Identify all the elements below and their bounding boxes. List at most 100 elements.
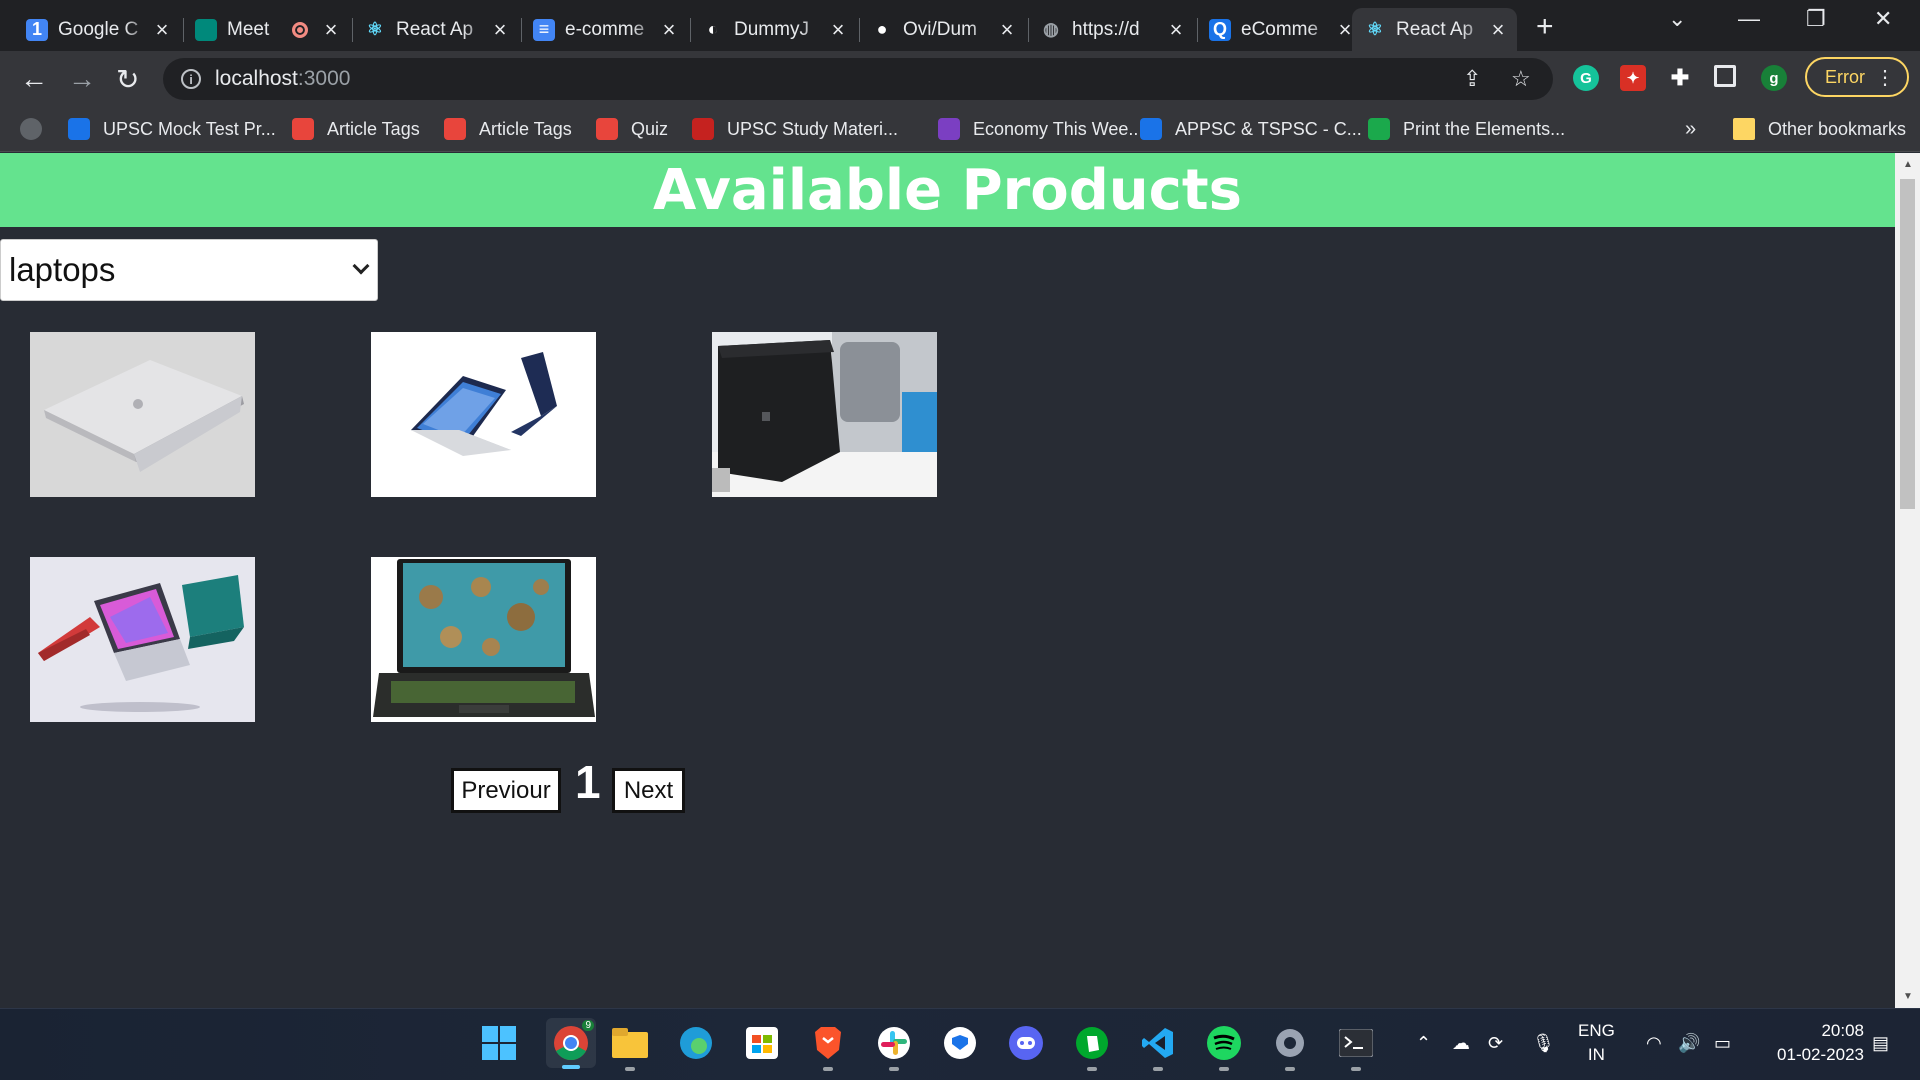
tab-title: e-comme bbox=[565, 18, 645, 40]
bookmark-label: Article Tags bbox=[327, 118, 420, 139]
bookmarks-bar: UPSC Mock Test Pr... Article Tags Article … bbox=[0, 106, 1920, 152]
bookmark-item[interactable]: Article Tags bbox=[292, 115, 420, 143]
chevron-down-icon bbox=[352, 257, 370, 275]
previous-page-button[interactable]: Previour bbox=[451, 768, 561, 813]
close-tab-icon[interactable]: × bbox=[998, 17, 1016, 43]
category-select[interactable]: laptops bbox=[0, 239, 378, 301]
scrollbar-thumb[interactable] bbox=[1900, 179, 1915, 509]
bookmark-item[interactable] bbox=[20, 115, 55, 143]
extensions-puzzle-icon[interactable]: ✚ bbox=[1667, 65, 1693, 91]
brave-icon[interactable] bbox=[808, 1023, 848, 1071]
microphone-icon[interactable]: 🎙 bbox=[1532, 1031, 1555, 1055]
running-indicator bbox=[625, 1067, 635, 1071]
bookmark-item[interactable]: Print the Elements... bbox=[1368, 115, 1565, 143]
extension-icon[interactable]: ✦ bbox=[1620, 65, 1646, 91]
other-bookmarks-folder[interactable]: Other bookmarks bbox=[1733, 115, 1906, 143]
scroll-down-arrow-icon[interactable]: ▼ bbox=[1903, 991, 1913, 1002]
other-bookmarks-label: Other bookmarks bbox=[1768, 118, 1907, 139]
browser-tab[interactable]: 1 Google C × bbox=[14, 8, 181, 51]
scroll-up-arrow-icon[interactable]: ▲ bbox=[1903, 159, 1913, 170]
spotify-icon[interactable] bbox=[1204, 1023, 1244, 1071]
site-info-icon[interactable]: i bbox=[181, 69, 201, 89]
tab-separator bbox=[183, 18, 184, 42]
google-docs-icon: ≡ bbox=[533, 18, 555, 41]
product-card[interactable] bbox=[30, 332, 255, 497]
show-hidden-icons-chevron-icon[interactable]: ⌃ bbox=[1416, 1031, 1431, 1055]
settings-gear-icon[interactable] bbox=[1270, 1023, 1310, 1071]
tab-title: React Ap bbox=[396, 18, 474, 40]
mail-shield-icon[interactable] bbox=[940, 1023, 980, 1063]
browser-tab[interactable]: Meet × bbox=[183, 8, 350, 51]
product-card[interactable] bbox=[371, 332, 596, 497]
browser-tab[interactable]: ≡ e-comme × bbox=[521, 8, 688, 51]
current-page-number: 1 bbox=[575, 756, 601, 808]
bookmark-item[interactable]: Quiz bbox=[596, 115, 668, 143]
bookmark-star-icon[interactable]: ☆ bbox=[1511, 66, 1531, 92]
close-tab-icon[interactable]: × bbox=[660, 17, 678, 43]
slack-icon[interactable] bbox=[874, 1023, 914, 1071]
bookmark-item[interactable]: UPSC Mock Test Pr... bbox=[68, 115, 276, 143]
evernote-icon[interactable] bbox=[1072, 1023, 1112, 1071]
bookmark-item[interactable]: APPSC & TSPSC - C... bbox=[1140, 115, 1362, 143]
update-error-button[interactable]: Error ⋮ bbox=[1805, 57, 1909, 97]
black-laptop-office-image bbox=[712, 332, 937, 497]
vertical-scrollbar[interactable]: ▲ ▼ bbox=[1895, 153, 1920, 1008]
minimize-button[interactable]: — bbox=[1738, 6, 1760, 32]
battery-icon[interactable]: ▭ bbox=[1714, 1031, 1731, 1055]
grammarly-extension-icon[interactable]: G bbox=[1573, 65, 1599, 91]
bookmark-item[interactable]: UPSC Study Materi... bbox=[692, 115, 898, 143]
bookmark-label: UPSC Study Materi... bbox=[727, 118, 899, 139]
back-button[interactable]: ← bbox=[20, 63, 48, 95]
bookmark-item[interactable]: Economy This Wee... bbox=[938, 115, 1143, 143]
close-tab-icon[interactable]: × bbox=[153, 17, 171, 43]
new-tab-button[interactable]: + bbox=[1536, 10, 1554, 44]
reload-button[interactable]: ↻ bbox=[116, 63, 139, 96]
profile-avatar[interactable]: g bbox=[1761, 65, 1787, 91]
tab-title: React Ap bbox=[1396, 18, 1474, 40]
restore-button[interactable]: ❐ bbox=[1806, 6, 1826, 32]
wifi-icon[interactable]: ◠ bbox=[1646, 1031, 1662, 1055]
close-tab-icon[interactable]: × bbox=[829, 17, 847, 43]
clock[interactable]: 20:08 01-02-2023 bbox=[1762, 1019, 1864, 1067]
product-card[interactable] bbox=[30, 557, 255, 722]
vscode-icon[interactable] bbox=[1138, 1023, 1178, 1071]
windows-start-icon[interactable] bbox=[479, 1023, 519, 1063]
close-window-button[interactable]: ✕ bbox=[1874, 6, 1892, 32]
next-page-button[interactable]: Next bbox=[612, 768, 685, 813]
chrome-taskbar-icon[interactable]: 9 bbox=[546, 1018, 596, 1069]
product-card[interactable] bbox=[371, 557, 596, 722]
close-tab-icon[interactable]: × bbox=[322, 17, 340, 43]
microsoft-store-icon[interactable] bbox=[742, 1023, 782, 1063]
browser-tab[interactable]: ⚛ React Ap × bbox=[1352, 8, 1517, 51]
edge-icon[interactable] bbox=[676, 1023, 716, 1063]
volume-icon[interactable]: 🔊 bbox=[1678, 1031, 1700, 1055]
notifications-icon[interactable]: ▤ bbox=[1872, 1031, 1889, 1055]
sync-icon[interactable]: ⟳ bbox=[1488, 1031, 1503, 1055]
bookmark-item[interactable]: Article Tags bbox=[444, 115, 572, 143]
browser-tab[interactable]: QeComme × bbox=[1197, 8, 1364, 51]
close-tab-icon[interactable]: × bbox=[1489, 17, 1507, 43]
browser-tab[interactable]: ⚛ React Ap × bbox=[352, 8, 519, 51]
file-explorer-icon[interactable] bbox=[610, 1023, 650, 1071]
share-icon[interactable]: ⇪ bbox=[1463, 66, 1481, 92]
running-indicator bbox=[1219, 1067, 1229, 1071]
browser-tab[interactable]: ◍ https://d × bbox=[1028, 8, 1195, 51]
language-indicator[interactable]: ENG IN bbox=[1578, 1019, 1615, 1067]
forward-button[interactable]: → bbox=[68, 63, 96, 95]
category-selected-value: laptops bbox=[9, 251, 116, 288]
more-bookmarks-button[interactable]: » bbox=[1685, 115, 1696, 143]
discord-icon[interactable] bbox=[1006, 1023, 1046, 1063]
running-indicator bbox=[1153, 1067, 1163, 1071]
colorful-laptops-image bbox=[30, 557, 255, 722]
tab-search-icon[interactable]: ⌄ bbox=[1668, 6, 1686, 32]
close-tab-icon[interactable]: × bbox=[491, 17, 509, 43]
side-panel-icon[interactable] bbox=[1714, 65, 1736, 87]
close-tab-icon[interactable]: × bbox=[1167, 17, 1185, 43]
address-bar[interactable]: i localhost:3000 ⇪ ☆ bbox=[163, 58, 1553, 100]
product-card[interactable] bbox=[712, 332, 937, 497]
browser-tab[interactable]: ◐ DummyJ × bbox=[690, 8, 857, 51]
browser-tab[interactable]: ● Ovi/Dum × bbox=[859, 8, 1026, 51]
onedrive-error-icon[interactable]: ☁ bbox=[1452, 1031, 1470, 1055]
terminal-icon[interactable] bbox=[1336, 1023, 1376, 1071]
clock-date: 01-02-2023 bbox=[1777, 1045, 1864, 1064]
